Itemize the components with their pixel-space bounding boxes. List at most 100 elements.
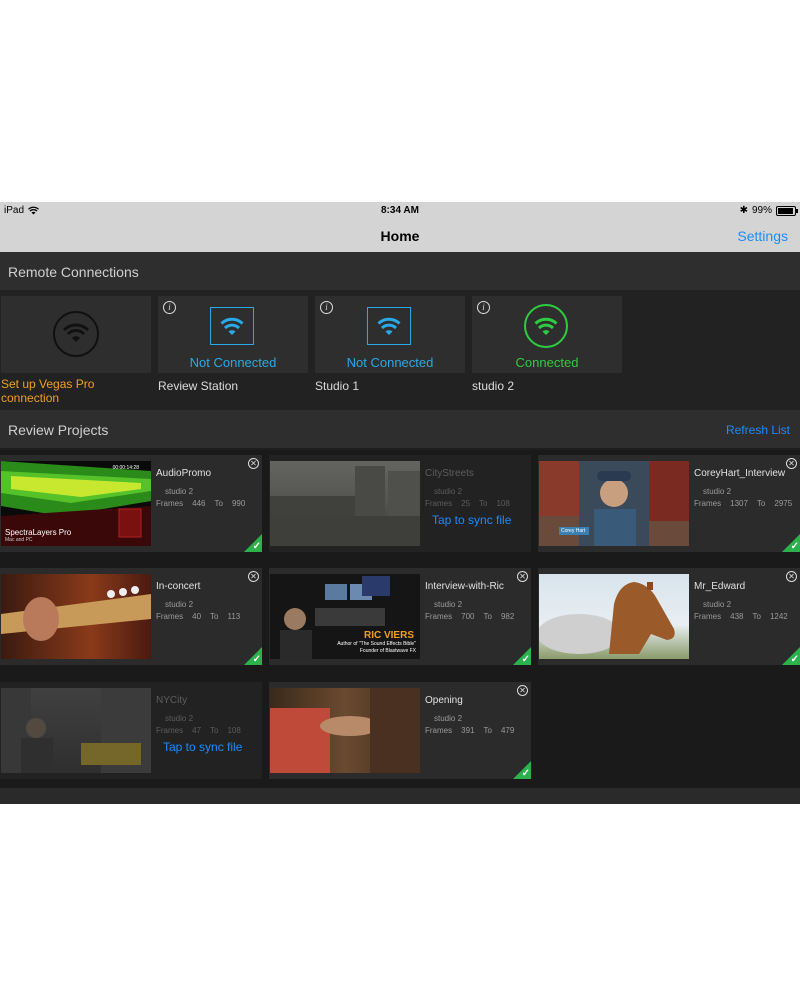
connection-card-studio-2[interactable]: i Connected studio 2 [472,296,622,393]
frame-range: Frames 438 To 1242 [694,612,797,621]
project-card-mr-edward[interactable]: Mr_Edward studio 2 Frames 438 To 1242 ✕ ✓ [538,568,800,665]
project-card-nycity[interactable]: NYCity studio 2 Frames 47 To 108 Tap to syn… [0,682,262,779]
close-icon[interactable]: ✕ [517,571,528,582]
project-server: studio 2 [165,600,194,609]
frame-range: Frames 40 To 113 [156,612,249,621]
frame-range: Frames 1307 To 2975 [694,499,800,508]
project-card-citystreets[interactable]: CityStreets studio 2 Frames 25 To 108 Tap t… [269,455,531,552]
frame-end: 479 [500,726,515,735]
bottom-bar [0,788,800,804]
connection-card-studio-1[interactable]: i Not Connected Studio 1 [315,296,465,393]
wifi-setup-icon [53,311,99,357]
setup-tile[interactable] [1,296,151,373]
thumb-subtitle: Mac and PC [5,537,33,543]
thumb-brand: SpectraLayers Pro [5,528,72,537]
project-thumbnail[interactable]: SpectraLayers Pro Mac and PC 00:00:14:28 [1,461,151,546]
project-title: Opening [425,695,463,706]
close-icon[interactable]: ✕ [786,458,797,469]
project-server: studio 2 [434,600,463,609]
frame-start: 25 [461,499,471,508]
frame-range: Frames 25 To 108 [425,499,519,508]
settings-button[interactable]: Settings [737,228,788,244]
project-card-audiopromo[interactable]: SpectraLayers Pro Mac and PC 00:00:14:28… [0,455,262,552]
connection-status: Connected [515,355,579,370]
to-label: To [752,612,761,621]
close-icon[interactable]: ✕ [248,458,259,469]
checkmark-icon: ✓ [790,541,799,552]
checkmark-icon: ✓ [790,654,799,665]
project-thumbnail[interactable] [1,574,151,659]
project-title: AudioPromo [156,468,212,479]
city-image [1,688,151,773]
frame-start: 47 [192,726,202,735]
close-icon[interactable]: ✕ [786,571,797,582]
project-server: studio 2 [703,487,732,496]
checkmark-icon: ✓ [521,654,530,665]
project-server: studio 2 [165,487,194,496]
frame-end: 108 [496,499,510,508]
project-server: studio 2 [165,714,194,723]
guitar-image [1,586,151,641]
setup-label[interactable]: Set up Vegas Pro connection [1,377,151,405]
frames-label: Frames [425,612,453,621]
project-thumbnail[interactable] [270,461,420,546]
connection-tile[interactable]: i Not Connected [315,296,465,373]
info-icon[interactable]: i [477,301,490,314]
project-card-coreyhart[interactable]: Corey Hart CoreyHart_Interview studio 2 … [538,455,800,552]
project-thumbnail[interactable] [539,574,689,659]
project-server: studio 2 [434,487,463,496]
connection-tile[interactable]: i Connected [472,296,622,373]
tap-to-sync-button[interactable]: Tap to sync file [432,513,511,527]
project-thumbnail[interactable]: Corey Hart [539,461,689,546]
project-server: studio 2 [703,600,732,609]
frames-label: Frames [425,726,453,735]
frames-label: Frames [694,612,722,621]
frame-start: 1307 [730,499,748,508]
connection-name: Studio 1 [315,379,360,393]
to-label: To [479,499,488,508]
project-title: CoreyHart_Interview [694,468,786,479]
frame-end: 990 [231,499,246,508]
to-label: To [483,612,492,621]
connection-status: Not Connected [189,355,277,370]
refresh-list-button[interactable]: Refresh List [726,423,790,437]
frame-end: 2975 [774,499,793,508]
frames-label: Frames [156,612,184,621]
close-icon[interactable]: ✕ [248,571,259,582]
frame-end: 108 [227,726,241,735]
tap-to-sync-button[interactable]: Tap to sync file [163,740,242,754]
thumb-lower-third: Corey Hart [561,528,586,534]
checkmark-icon: ✓ [252,654,261,665]
hands-image [270,688,420,773]
project-card-in-concert[interactable]: In-concert studio 2 Frames 40 To 113 ✕ ✓ [0,568,262,665]
close-icon[interactable]: ✕ [517,685,528,696]
project-card-opening[interactable]: Opening studio 2 Frames 391 To 479 ✕ ✓ [269,682,531,779]
project-title: CityStreets [425,468,474,479]
project-title: NYCity [156,695,188,706]
setup-connection-card[interactable]: Set up Vegas Pro connection [1,296,151,405]
project-thumbnail[interactable]: RIC VIERS Author of "The Sound Effects B… [270,574,420,659]
connection-name: Review Station [158,379,239,393]
checkmark-icon: ✓ [252,541,261,552]
frame-start: 438 [730,612,744,621]
frame-range: Frames 700 To 982 [425,612,523,621]
to-label: To [483,726,492,735]
project-server: studio 2 [434,714,463,723]
projects-grid: SpectraLayers Pro Mac and PC 00:00:14:28… [0,450,800,804]
connection-tile[interactable]: i Not Connected [158,296,308,373]
info-icon[interactable]: i [320,301,333,314]
connection-card-review-station[interactable]: i Not Connected Review Station [158,296,308,393]
project-card-interview-with-ric[interactable]: RIC VIERS Author of "The Sound Effects B… [269,568,531,665]
frame-range: Frames 47 To 108 [156,726,250,735]
frame-start: 700 [461,612,475,621]
info-icon[interactable]: i [163,301,176,314]
section-title: Remote Connections [8,264,139,280]
battery-icon [776,205,798,216]
project-thumbnail[interactable] [270,688,420,773]
wifi-icon-circle [524,304,568,348]
frame-end: 1242 [769,612,788,621]
frame-range: Frames 391 To 479 [425,726,523,735]
project-thumbnail[interactable] [1,688,151,773]
frame-start: 40 [192,612,202,621]
project-title: Mr_Edward [694,581,746,592]
